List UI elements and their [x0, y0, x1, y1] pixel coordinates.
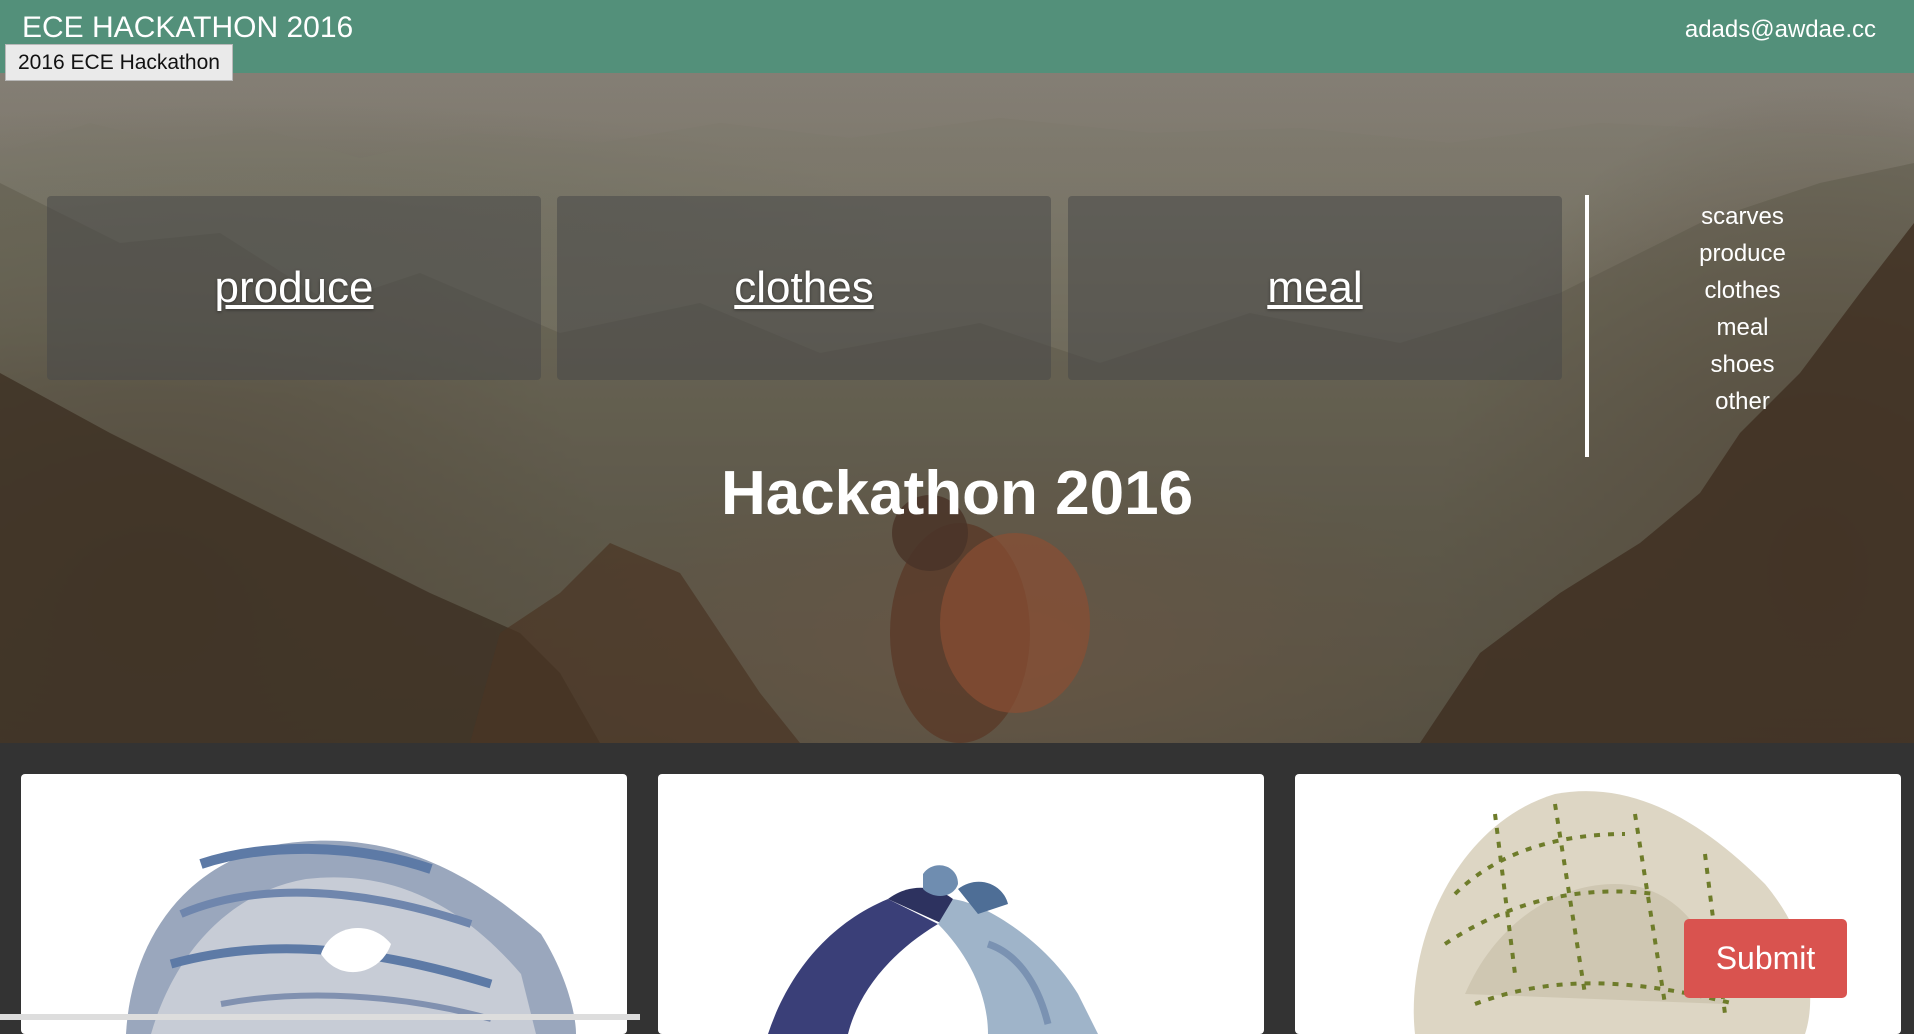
brand-tooltip: 2016 ECE Hackathon: [5, 44, 233, 81]
brand-title[interactable]: ECE HACKATHON 2016: [22, 11, 353, 45]
category-link-produce[interactable]: produce: [214, 263, 373, 313]
blue-scarf-image: [126, 840, 576, 1034]
category-link-clothes[interactable]: clothes: [734, 263, 873, 313]
side-list-item-scarves[interactable]: scarves: [1630, 198, 1855, 235]
side-list-item-shoes[interactable]: shoes: [1630, 346, 1855, 383]
top-navbar: ECE HACKATHON 2016 adads@awdae.cc: [0, 0, 1914, 73]
product-card[interactable]: [21, 774, 627, 1034]
side-list-item-meal[interactable]: meal: [1630, 309, 1855, 346]
category-link-meal[interactable]: meal: [1267, 263, 1362, 313]
category-side-list: scarves produce clothes meal shoes other: [1630, 198, 1855, 420]
side-list-item-other[interactable]: other: [1630, 383, 1855, 420]
hero-title: Hackathon 2016: [720, 459, 1194, 528]
navy-scarf-image: [768, 865, 1098, 1034]
submit-button[interactable]: Submit: [1684, 919, 1847, 998]
side-list-item-produce[interactable]: produce: [1630, 235, 1855, 272]
category-card-meal: meal: [1068, 196, 1562, 380]
vertical-divider: [1585, 195, 1589, 457]
side-list-item-clothes[interactable]: clothes: [1630, 272, 1855, 309]
category-card-clothes: clothes: [557, 196, 1051, 380]
product-card[interactable]: [658, 774, 1264, 1034]
horizontal-scrollbar[interactable]: [0, 1014, 640, 1020]
hero-banner: produce clothes meal scarves produce clo…: [0, 73, 1914, 743]
user-email[interactable]: adads@awdae.cc: [1685, 16, 1876, 44]
mountain-background-image: [0, 118, 1914, 743]
category-card-produce: produce: [47, 196, 541, 380]
